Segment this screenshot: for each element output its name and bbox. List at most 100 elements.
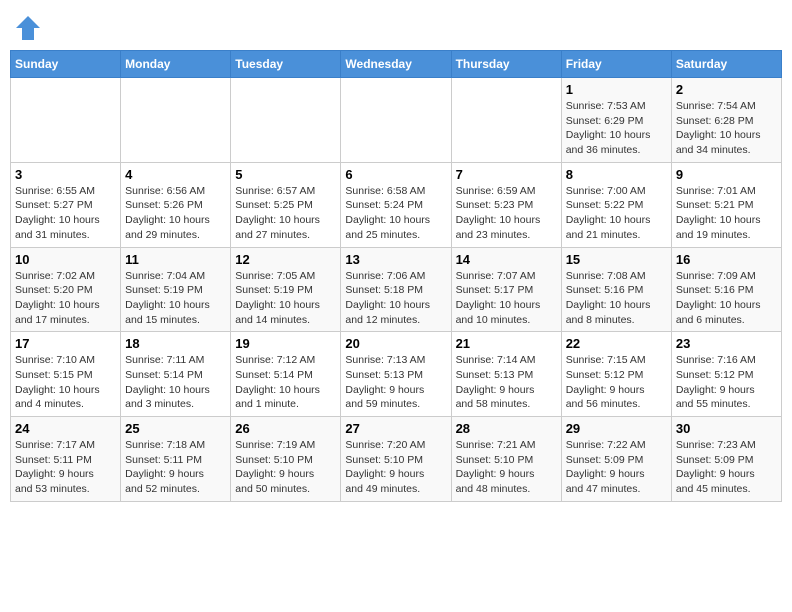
calendar-cell: 1 Sunrise: 7:53 AM Sunset: 6:29 PM Daylig… [561,78,671,163]
day-info: Sunrise: 7:15 AM Sunset: 5:12 PM Dayligh… [566,353,667,412]
calendar-header: SundayMondayTuesdayWednesdayThursdayFrid… [11,51,782,78]
calendar-cell: 12 Sunrise: 7:05 AM Sunset: 5:19 PM Dayli… [231,247,341,332]
calendar: SundayMondayTuesdayWednesdayThursdayFrid… [10,50,782,502]
calendar-cell: 23 Sunrise: 7:16 AM Sunset: 5:12 PM Dayli… [671,332,781,417]
day-info: Sunrise: 7:10 AM Sunset: 5:15 PM Dayligh… [15,353,116,412]
weekday-row: SundayMondayTuesdayWednesdayThursdayFrid… [11,51,782,78]
day-info: Sunrise: 7:01 AM Sunset: 5:21 PM Dayligh… [676,184,777,243]
day-number: 22 [566,336,667,351]
day-info: Sunrise: 7:00 AM Sunset: 5:22 PM Dayligh… [566,184,667,243]
calendar-cell: 3 Sunrise: 6:55 AM Sunset: 5:27 PM Daylig… [11,162,121,247]
day-number: 19 [235,336,336,351]
day-info: Sunrise: 7:06 AM Sunset: 5:18 PM Dayligh… [345,269,446,328]
calendar-cell: 17 Sunrise: 7:10 AM Sunset: 5:15 PM Dayli… [11,332,121,417]
day-number: 15 [566,252,667,267]
day-number: 12 [235,252,336,267]
day-number: 13 [345,252,446,267]
day-info: Sunrise: 7:13 AM Sunset: 5:13 PM Dayligh… [345,353,446,412]
calendar-cell: 10 Sunrise: 7:02 AM Sunset: 5:20 PM Dayli… [11,247,121,332]
day-number: 9 [676,167,777,182]
day-number: 26 [235,421,336,436]
calendar-cell: 21 Sunrise: 7:14 AM Sunset: 5:13 PM Dayli… [451,332,561,417]
weekday-header-monday: Monday [121,51,231,78]
day-number: 28 [456,421,557,436]
day-number: 25 [125,421,226,436]
calendar-cell: 9 Sunrise: 7:01 AM Sunset: 5:21 PM Daylig… [671,162,781,247]
day-number: 4 [125,167,226,182]
calendar-cell: 8 Sunrise: 7:00 AM Sunset: 5:22 PM Daylig… [561,162,671,247]
calendar-cell: 14 Sunrise: 7:07 AM Sunset: 5:17 PM Dayli… [451,247,561,332]
calendar-cell: 2 Sunrise: 7:54 AM Sunset: 6:28 PM Daylig… [671,78,781,163]
day-number: 23 [676,336,777,351]
day-info: Sunrise: 7:04 AM Sunset: 5:19 PM Dayligh… [125,269,226,328]
day-info: Sunrise: 7:21 AM Sunset: 5:10 PM Dayligh… [456,438,557,497]
calendar-cell: 6 Sunrise: 6:58 AM Sunset: 5:24 PM Daylig… [341,162,451,247]
calendar-cell [11,78,121,163]
day-info: Sunrise: 7:11 AM Sunset: 5:14 PM Dayligh… [125,353,226,412]
calendar-cell: 29 Sunrise: 7:22 AM Sunset: 5:09 PM Dayli… [561,417,671,502]
weekday-header-wednesday: Wednesday [341,51,451,78]
day-info: Sunrise: 7:20 AM Sunset: 5:10 PM Dayligh… [345,438,446,497]
day-number: 11 [125,252,226,267]
day-info: Sunrise: 7:22 AM Sunset: 5:09 PM Dayligh… [566,438,667,497]
calendar-cell: 20 Sunrise: 7:13 AM Sunset: 5:13 PM Dayli… [341,332,451,417]
day-number: 16 [676,252,777,267]
day-number: 10 [15,252,116,267]
calendar-cell: 4 Sunrise: 6:56 AM Sunset: 5:26 PM Daylig… [121,162,231,247]
weekday-header-sunday: Sunday [11,51,121,78]
day-number: 6 [345,167,446,182]
day-number: 3 [15,167,116,182]
day-info: Sunrise: 6:57 AM Sunset: 5:25 PM Dayligh… [235,184,336,243]
calendar-body: 1 Sunrise: 7:53 AM Sunset: 6:29 PM Daylig… [11,78,782,502]
day-info: Sunrise: 7:53 AM Sunset: 6:29 PM Dayligh… [566,99,667,158]
calendar-cell: 16 Sunrise: 7:09 AM Sunset: 5:16 PM Dayli… [671,247,781,332]
day-number: 17 [15,336,116,351]
calendar-cell: 15 Sunrise: 7:08 AM Sunset: 5:16 PM Dayli… [561,247,671,332]
calendar-cell: 18 Sunrise: 7:11 AM Sunset: 5:14 PM Dayli… [121,332,231,417]
weekday-header-friday: Friday [561,51,671,78]
day-info: Sunrise: 7:54 AM Sunset: 6:28 PM Dayligh… [676,99,777,158]
day-info: Sunrise: 7:17 AM Sunset: 5:11 PM Dayligh… [15,438,116,497]
day-number: 18 [125,336,226,351]
day-info: Sunrise: 7:02 AM Sunset: 5:20 PM Dayligh… [15,269,116,328]
calendar-cell: 24Sunrise: 7:17 AM Sunset: 5:11 PM Dayli… [11,417,121,502]
week-row-3: 17 Sunrise: 7:10 AM Sunset: 5:15 PM Dayli… [11,332,782,417]
day-info: Sunrise: 7:18 AM Sunset: 5:11 PM Dayligh… [125,438,226,497]
day-number: 2 [676,82,777,97]
day-info: Sunrise: 7:14 AM Sunset: 5:13 PM Dayligh… [456,353,557,412]
week-row-4: 24Sunrise: 7:17 AM Sunset: 5:11 PM Dayli… [11,417,782,502]
day-info: Sunrise: 6:56 AM Sunset: 5:26 PM Dayligh… [125,184,226,243]
weekday-header-saturday: Saturday [671,51,781,78]
calendar-cell: 26 Sunrise: 7:19 AM Sunset: 5:10 PM Dayli… [231,417,341,502]
day-info: Sunrise: 7:09 AM Sunset: 5:16 PM Dayligh… [676,269,777,328]
day-number: 29 [566,421,667,436]
day-info: Sunrise: 7:05 AM Sunset: 5:19 PM Dayligh… [235,269,336,328]
day-number: 14 [456,252,557,267]
day-info: Sunrise: 7:12 AM Sunset: 5:14 PM Dayligh… [235,353,336,412]
calendar-cell: 25 Sunrise: 7:18 AM Sunset: 5:11 PM Dayli… [121,417,231,502]
calendar-cell: 30Sunrise: 7:23 AM Sunset: 5:09 PM Dayli… [671,417,781,502]
day-number: 1 [566,82,667,97]
calendar-cell: 13 Sunrise: 7:06 AM Sunset: 5:18 PM Dayli… [341,247,451,332]
day-info: Sunrise: 7:16 AM Sunset: 5:12 PM Dayligh… [676,353,777,412]
logo-icon [14,14,42,42]
calendar-cell [231,78,341,163]
week-row-2: 10 Sunrise: 7:02 AM Sunset: 5:20 PM Dayli… [11,247,782,332]
day-info: Sunrise: 7:07 AM Sunset: 5:17 PM Dayligh… [456,269,557,328]
day-info: Sunrise: 6:58 AM Sunset: 5:24 PM Dayligh… [345,184,446,243]
day-number: 20 [345,336,446,351]
day-number: 8 [566,167,667,182]
day-info: Sunrise: 7:19 AM Sunset: 5:10 PM Dayligh… [235,438,336,497]
day-info: Sunrise: 6:55 AM Sunset: 5:27 PM Dayligh… [15,184,116,243]
calendar-cell [341,78,451,163]
calendar-cell: 5 Sunrise: 6:57 AM Sunset: 5:25 PM Daylig… [231,162,341,247]
header [10,10,782,42]
calendar-cell: 27Sunrise: 7:20 AM Sunset: 5:10 PM Dayli… [341,417,451,502]
calendar-cell: 19 Sunrise: 7:12 AM Sunset: 5:14 PM Dayli… [231,332,341,417]
day-number: 5 [235,167,336,182]
weekday-header-thursday: Thursday [451,51,561,78]
day-info: Sunrise: 7:23 AM Sunset: 5:09 PM Dayligh… [676,438,777,497]
day-number: 21 [456,336,557,351]
day-info: Sunrise: 7:08 AM Sunset: 5:16 PM Dayligh… [566,269,667,328]
week-row-0: 1 Sunrise: 7:53 AM Sunset: 6:29 PM Daylig… [11,78,782,163]
